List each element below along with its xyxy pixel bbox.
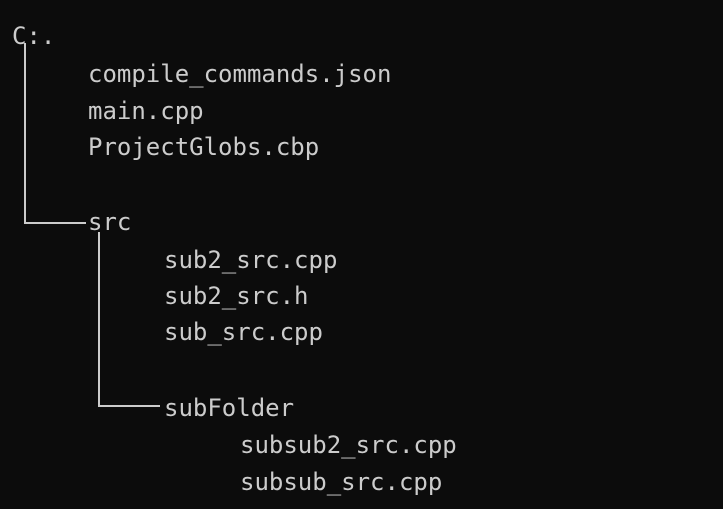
file-sub2-src-h: sub2_src.h bbox=[164, 282, 309, 310]
root-path: C:. bbox=[12, 22, 56, 50]
folder-src: src bbox=[88, 208, 132, 236]
tree-connector-root-vertical bbox=[24, 43, 26, 224]
tree-connector-src-vertical bbox=[98, 232, 100, 407]
file-subsub2-src-cpp: subsub2_src.cpp bbox=[240, 431, 457, 459]
tree-connector-root-horizontal bbox=[24, 222, 86, 224]
file-projectglobs-cbp: ProjectGlobs.cbp bbox=[88, 133, 320, 161]
tree-output: C:. compile_commands.json main.cpp Proje… bbox=[0, 0, 723, 509]
file-sub-src-cpp: sub_src.cpp bbox=[164, 318, 323, 346]
file-main-cpp: main.cpp bbox=[88, 97, 204, 125]
file-sub2-src-cpp: sub2_src.cpp bbox=[164, 246, 338, 274]
file-compile-commands: compile_commands.json bbox=[88, 60, 392, 88]
tree-connector-src-horizontal bbox=[98, 405, 160, 407]
folder-subfolder: subFolder bbox=[164, 394, 295, 422]
file-subsub-src-cpp: subsub_src.cpp bbox=[240, 468, 443, 496]
